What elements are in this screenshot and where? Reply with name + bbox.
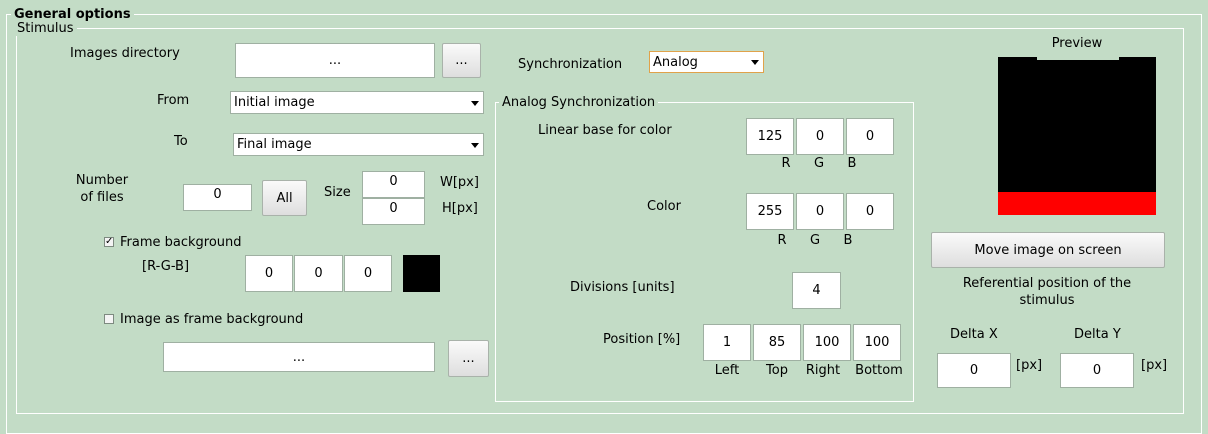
chevron-down-icon [471, 142, 479, 148]
to-label: To [174, 134, 188, 149]
color-b-field[interactable]: 0 [846, 193, 894, 230]
position-top-field[interactable]: 85 [753, 324, 801, 361]
from-select-value: Initial image [234, 95, 315, 110]
image-as-frame-background-label: Image as frame background [120, 312, 304, 327]
referential-position-label-line2: stimulus [1019, 293, 1075, 308]
preview-title: Preview [1051, 36, 1103, 51]
to-select-value: Final image [237, 137, 312, 152]
linear-base-g-caption: G [813, 156, 825, 171]
color-r-field[interactable]: 255 [746, 193, 794, 230]
general-options-title: General options [11, 7, 134, 22]
position-top-caption: Top [766, 363, 788, 378]
frame-background-b-field[interactable]: 0 [344, 255, 392, 292]
color-label: Color [647, 199, 681, 214]
position-label: Position [%] [603, 332, 681, 347]
to-select[interactable]: Final image [233, 133, 484, 156]
linear-base-g-field[interactable]: 0 [796, 118, 844, 155]
position-left-caption: Left [714, 363, 740, 378]
position-bottom-field[interactable]: 100 [853, 324, 901, 361]
linear-base-label: Linear base for color [538, 123, 672, 138]
linear-base-r-field[interactable]: 125 [746, 118, 794, 155]
position-left-field[interactable]: 1 [703, 324, 751, 361]
position-bottom-caption: Bottom [855, 363, 903, 378]
image-as-frame-background-checkbox[interactable] [104, 314, 114, 324]
color-r-caption: R [777, 233, 787, 248]
synchronization-label: Synchronization [518, 57, 623, 72]
delta-x-unit: [px] [1016, 358, 1043, 373]
preview-top-notch [1037, 57, 1119, 60]
frame-background-g-field[interactable]: 0 [294, 255, 343, 292]
linear-base-b-caption: B [847, 156, 857, 171]
size-height-field[interactable]: 0 [362, 198, 425, 225]
size-label: Size [324, 185, 351, 200]
move-image-on-screen-button[interactable]: Move image on screen [931, 232, 1165, 268]
frame-background-color-swatch[interactable] [403, 255, 440, 292]
frame-background-checkbox[interactable]: ✓ [104, 237, 114, 247]
chevron-down-icon [471, 100, 479, 106]
analog-synchronization-title: Analog Synchronization [499, 95, 659, 110]
delta-x-field[interactable]: 0 [937, 353, 1011, 388]
referential-position-label-line1: Referential position of the [962, 276, 1132, 291]
color-b-caption: B [843, 233, 853, 248]
image-as-frame-background-field[interactable]: ... [163, 342, 435, 372]
number-of-files-label-line2: of files [80, 190, 124, 205]
frame-background-rgb-label: [R-G-B] [142, 259, 190, 274]
delta-y-field[interactable]: 0 [1060, 353, 1134, 388]
linear-base-r-caption: R [781, 156, 791, 171]
images-directory-label: Images directory [70, 46, 180, 61]
preview-sync-bar [998, 192, 1156, 215]
delta-y-unit: [px] [1141, 358, 1168, 373]
from-select[interactable]: Initial image [230, 91, 484, 114]
preview-canvas [998, 57, 1156, 215]
color-g-caption: G [809, 233, 821, 248]
delta-y-label: Delta Y [1074, 327, 1121, 342]
linear-base-b-field[interactable]: 0 [846, 118, 894, 155]
from-label: From [157, 93, 190, 108]
all-button[interactable]: All [262, 180, 307, 216]
position-right-caption: Right [805, 363, 841, 378]
divisions-label: Divisions [units] [570, 280, 675, 295]
images-directory-field[interactable]: ... [235, 43, 435, 78]
chevron-down-icon [751, 60, 759, 65]
frame-background-label: Frame background [120, 235, 242, 250]
delta-x-label: Delta X [950, 327, 998, 342]
position-right-field[interactable]: 100 [803, 324, 851, 361]
color-g-field[interactable]: 0 [796, 193, 844, 230]
synchronization-select[interactable]: Analog [649, 51, 764, 73]
size-width-field[interactable]: 0 [362, 171, 425, 198]
synchronization-select-value: Analog [653, 54, 698, 70]
frame-background-r-field[interactable]: 0 [245, 255, 293, 292]
images-directory-browse-button[interactable]: ... [442, 43, 481, 78]
image-as-frame-background-browse-button[interactable]: ... [448, 340, 489, 377]
number-of-files-field[interactable]: 0 [183, 184, 252, 211]
divisions-field[interactable]: 4 [792, 272, 841, 309]
number-of-files-label-line1: Number [75, 173, 129, 188]
size-height-unit: H[px] [442, 201, 478, 216]
size-width-unit: W[px] [440, 175, 479, 190]
stimulus-title: Stimulus [14, 21, 77, 36]
